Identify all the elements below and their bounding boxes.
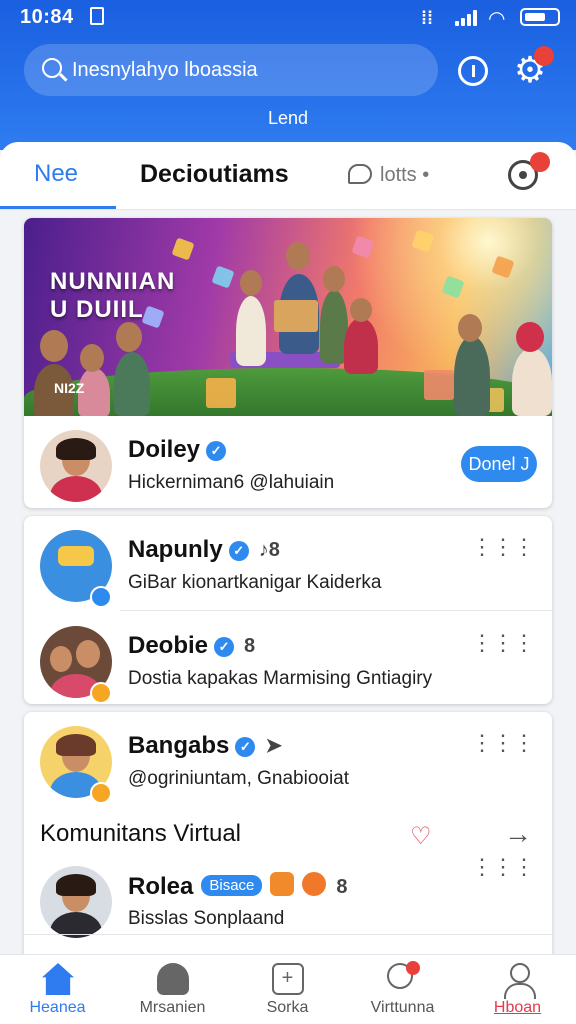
profile-subtitle: Dostia kapakas Marmising Gntiagiry: [128, 668, 433, 689]
tab-more-label: lotts •: [380, 164, 430, 186]
more-options-icon[interactable]: ⋮⋮⋮: [471, 856, 535, 878]
notification-badge: [534, 46, 554, 66]
user-icon: [502, 963, 536, 999]
tab-discussions[interactable]: Decioutiams: [140, 160, 289, 189]
more-options-icon[interactable]: ⋮⋮⋮: [471, 732, 535, 754]
more-options-icon[interactable]: ⋮⋮⋮: [471, 536, 535, 558]
nav-label: Mrsanien: [139, 999, 206, 1016]
nav-label: Heanea: [29, 999, 86, 1016]
header-subtitle: Lend: [267, 108, 309, 128]
profile-subtitle: Hickerniman6 @lahuiain: [128, 472, 335, 493]
link-icon: 8: [336, 876, 348, 898]
profile-name: Bangabs ✓ ➤: [128, 732, 282, 760]
featured-banner-image: NUNNIIAN U DUIIL NI2Z: [24, 218, 552, 416]
featured-card[interactable]: NUNNIIAN U DUIIL NI2Z Doiley ✓ Hickernima…: [24, 218, 552, 508]
nav-label: Hboan: [493, 999, 542, 1016]
banner-tag: NI2Z: [54, 380, 85, 396]
info-button[interactable]: [458, 56, 488, 86]
profile-name-text: Bangabs: [128, 732, 230, 759]
grid-icon: [272, 963, 304, 995]
verified-icon: ✓: [206, 441, 227, 461]
profile-name-text: Rolea: [128, 873, 194, 900]
section-title: Komunitans Virtual: [40, 820, 241, 847]
verified-icon: ✓: [228, 541, 249, 561]
chat-icon: [348, 164, 372, 184]
status-badge: [90, 682, 112, 704]
tab-new[interactable]: Nee: [34, 160, 78, 188]
list-item[interactable]: Napunly ✓ ♪8 GiBar kionartkanigar Kaiderka…: [24, 516, 552, 612]
search-input[interactable]: [72, 52, 422, 88]
tab-more[interactable]: lotts •: [348, 164, 429, 187]
status-time: 10:84: [20, 6, 74, 28]
network-icon: ⁞⁞: [421, 8, 433, 28]
search-bar[interactable]: [24, 44, 438, 96]
status-bar: 10:84 ⁞⁞ ◠: [0, 0, 576, 36]
app-header: 10:84 ⁞⁞ ◠ ⚙ Lend: [0, 0, 576, 150]
nav-search[interactable]: Virttunna: [345, 955, 460, 1024]
profile-name: Doiley ✓: [128, 436, 227, 464]
status-badge: Bisace: [201, 875, 263, 896]
banner-title: NUNNIIAN U DUIIL: [50, 268, 176, 323]
profile-name-text: Napunly: [128, 536, 223, 563]
avatar: [40, 430, 112, 502]
search-icon: [42, 58, 62, 78]
verified-icon: ✓: [214, 637, 235, 657]
avatar: [40, 866, 112, 938]
camera-badge: [530, 152, 550, 172]
status-badge: [90, 586, 112, 608]
nav-music[interactable]: Mrsanien: [115, 955, 230, 1024]
notification-icon: [90, 7, 104, 25]
profile-name: Deobie ✓ 8: [128, 632, 255, 660]
nav-grid[interactable]: Sorka: [230, 955, 345, 1024]
battery-icon: [520, 8, 560, 26]
status-badge: [90, 782, 112, 804]
extra-icon: 8: [244, 635, 256, 657]
verified-icon: ✓: [235, 737, 256, 757]
signal-icon: [455, 10, 481, 26]
heart-icon[interactable]: ♡: [410, 822, 432, 851]
home-icon: [42, 963, 74, 995]
profile-name-text: Doiley: [128, 436, 201, 463]
profile-subtitle: Bisslas Sonplaand: [128, 908, 285, 929]
follow-button[interactable]: Donel J: [461, 446, 537, 482]
nav-label: Virttunna: [370, 999, 435, 1016]
arrow-right-icon[interactable]: →: [504, 818, 532, 850]
active-tab-indicator: [0, 206, 116, 209]
profile-name: Napunly ✓ ♪8: [128, 536, 280, 564]
profile-name-text: Deobie: [128, 632, 209, 659]
community-card: Bangabs ✓ ➤ @ogriniuntam, Gnabiooiat ⋮⋮⋮ K…: [24, 712, 552, 962]
music-icon: [157, 963, 189, 995]
wifi-icon: ◠: [488, 8, 506, 30]
nav-profile[interactable]: Hboan: [460, 955, 575, 1024]
profile-subtitle: GiBar kionartkanigar Kaiderka: [128, 572, 382, 593]
featured-profile-row[interactable]: Doiley ✓ Hickerniman6 @lahuiain Donel J: [24, 416, 552, 508]
bottom-nav: Heanea Mrsanien Sorka Virttunna Hboan: [0, 954, 576, 1024]
divider: [120, 610, 552, 611]
send-icon: ➤: [265, 735, 283, 757]
list-item[interactable]: Deobie ✓ 8 Dostia kapakas Marmising Gntiag…: [24, 612, 552, 704]
nav-label: Sorka: [266, 999, 309, 1016]
tab-bar: Nee Decioutiams lotts •: [0, 142, 576, 210]
emoji-icon: [270, 872, 295, 896]
list-item[interactable]: Bangabs ✓ ➤ @ogriniuntam, Gnabiooiat ⋮⋮⋮: [24, 712, 552, 808]
notification-badge: [406, 961, 420, 975]
more-options-icon[interactable]: ⋮⋮⋮: [471, 632, 535, 654]
divider: [24, 934, 552, 935]
profile-subtitle: @ogriniuntam, Gnabiooiat: [128, 768, 350, 789]
profile-name: Rolea Bisace 8: [128, 872, 348, 901]
nav-home[interactable]: Heanea: [0, 955, 115, 1024]
profile-list-card: Napunly ✓ ♪8 GiBar kionartkanigar Kaiderka…: [24, 516, 552, 704]
extra-icon: ♪8: [258, 539, 280, 561]
emoji-icon: [302, 872, 327, 896]
